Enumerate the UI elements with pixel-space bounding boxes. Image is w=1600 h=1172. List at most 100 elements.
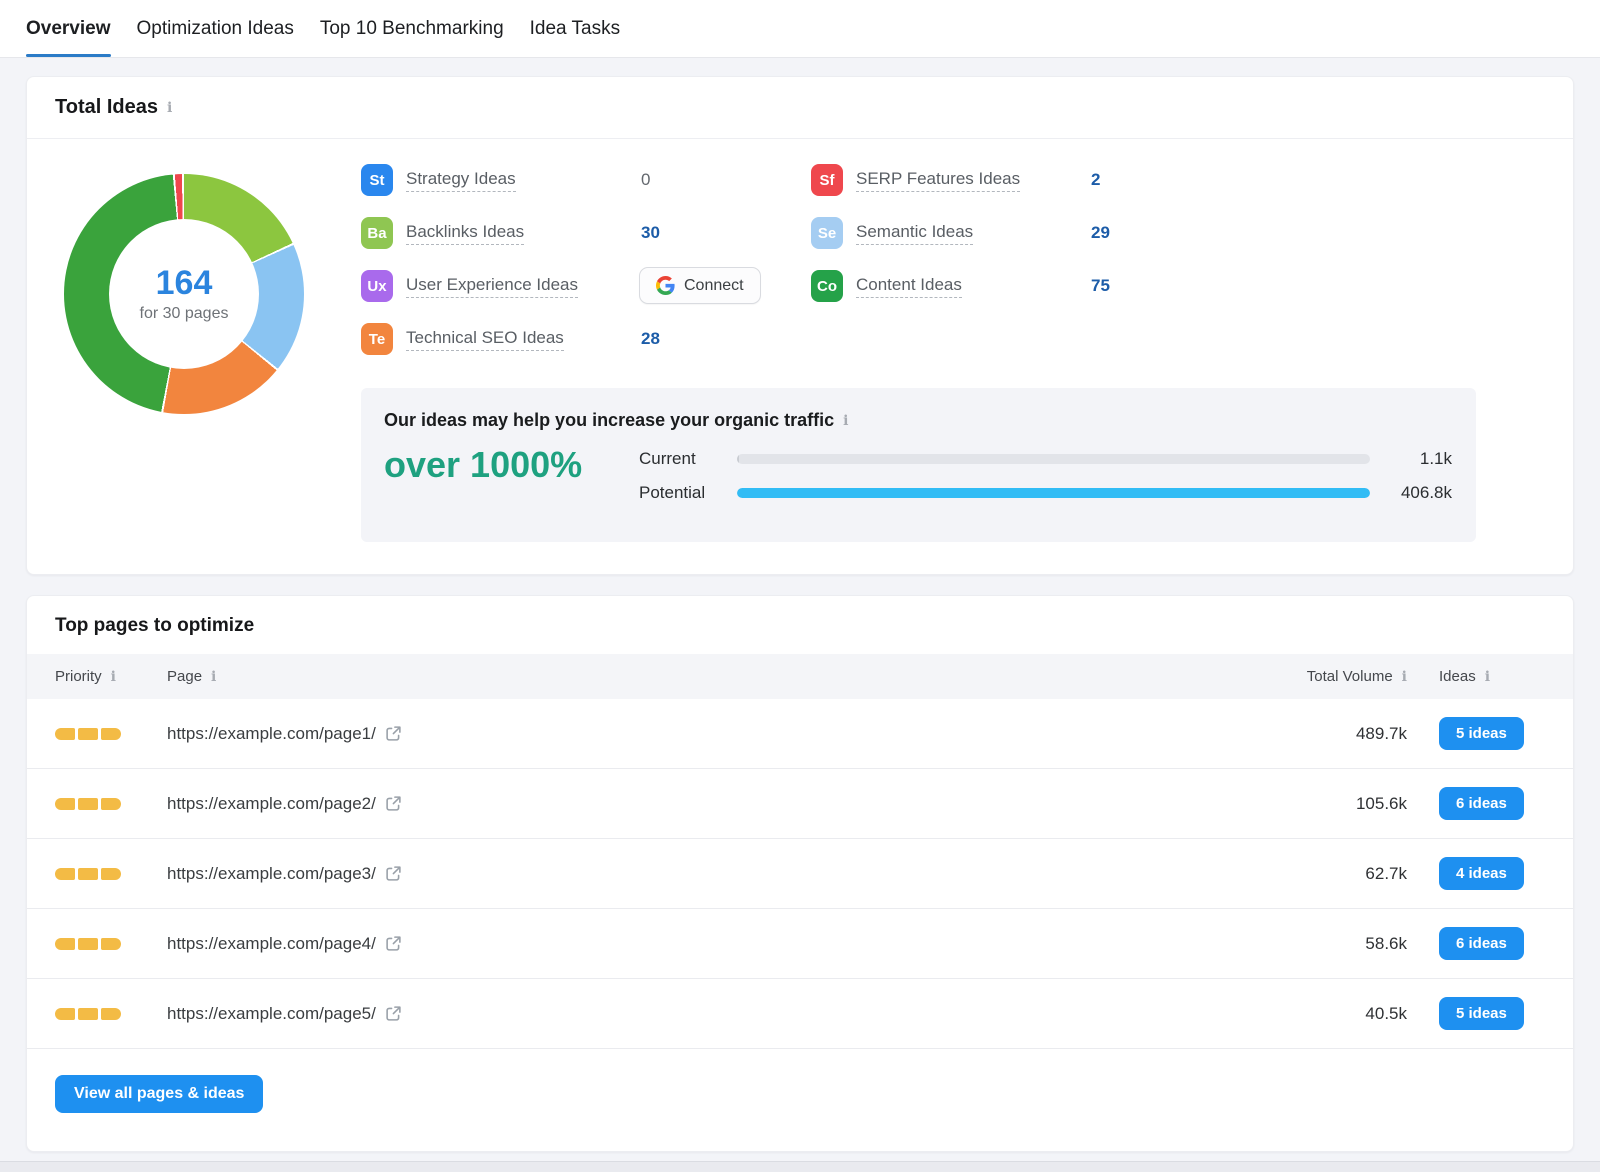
priority-indicator xyxy=(55,868,121,880)
table-row: https://example.com/page2/105.6k 6 ideas xyxy=(27,769,1573,839)
total-ideas-info-icon[interactable]: i xyxy=(167,101,172,115)
top-pages-title: Top pages to optimize xyxy=(55,615,254,637)
view-all-pages-button[interactable]: View all pages & ideas xyxy=(55,1075,263,1113)
tab-overview[interactable]: Overview xyxy=(26,0,111,57)
bar-fill xyxy=(737,454,739,464)
page-cell: https://example.com/page5/ xyxy=(167,1004,1257,1024)
header-priority-label: Priority xyxy=(55,668,102,685)
volume-info-icon[interactable]: i xyxy=(1402,670,1407,684)
ideas-info-icon[interactable]: i xyxy=(1485,670,1490,684)
idea-category-row: BaBacklinks Ideas30 xyxy=(361,217,811,249)
priority-segment xyxy=(101,1008,121,1020)
category-count[interactable]: 75 xyxy=(1091,276,1110,296)
traffic-title-row: Our ideas may help you increase your org… xyxy=(384,410,1452,431)
category-count[interactable]: 2 xyxy=(1091,170,1100,190)
page-url[interactable]: https://example.com/page1/ xyxy=(167,724,376,744)
donut-column: 164 for 30 pages xyxy=(64,164,304,542)
external-link-icon[interactable] xyxy=(385,1005,402,1022)
priority-segment xyxy=(101,728,121,740)
priority-segment xyxy=(55,1008,75,1020)
ideas-column-1: StStrategy Ideas0BaBacklinks Ideas30UxUs… xyxy=(361,164,811,376)
table-row: https://example.com/page5/40.5k 5 ideas xyxy=(27,979,1573,1049)
tab-optimization-ideas[interactable]: Optimization Ideas xyxy=(137,0,294,57)
external-link-icon[interactable] xyxy=(385,865,402,882)
priority-indicator xyxy=(55,798,121,810)
volume-cell: 58.6k xyxy=(1257,934,1407,954)
category-label[interactable]: Technical SEO Ideas xyxy=(406,328,564,351)
page-cell: https://example.com/page1/ xyxy=(167,724,1257,744)
category-count[interactable]: 30 xyxy=(641,223,660,243)
total-volume-value: 105.6k xyxy=(1356,794,1407,814)
page-url[interactable]: https://example.com/page5/ xyxy=(167,1004,376,1024)
ideas-column-2: SfSERP Features Ideas2SeSemantic Ideas29… xyxy=(811,164,1573,376)
ideas-count-button[interactable]: 5 ideas xyxy=(1439,997,1524,1030)
volume-cell: 62.7k xyxy=(1257,864,1407,884)
priority-segment xyxy=(78,938,98,950)
donut-subtitle: for 30 pages xyxy=(140,305,229,323)
external-link-icon[interactable] xyxy=(385,935,402,952)
priority-segment xyxy=(101,938,121,950)
ideas-count-button[interactable]: 6 ideas xyxy=(1439,927,1524,960)
tab-top-10-benchmarking[interactable]: Top 10 Benchmarking xyxy=(320,0,504,57)
category-count[interactable]: 29 xyxy=(1091,223,1110,243)
top-pages-header: Top pages to optimize xyxy=(27,596,1573,654)
category-label[interactable]: Semantic Ideas xyxy=(856,222,973,245)
se-category-icon: Se xyxy=(811,217,843,249)
page-url[interactable]: https://example.com/page2/ xyxy=(167,794,376,814)
total-volume-value: 489.7k xyxy=(1356,724,1407,744)
google-connect-button[interactable]: Connect xyxy=(639,267,761,304)
idea-category-row: Se Semantic Ideas 29 xyxy=(811,217,1573,249)
google-g-icon xyxy=(656,276,675,295)
external-link-icon[interactable] xyxy=(385,725,402,742)
category-label[interactable]: Backlinks Ideas xyxy=(406,222,524,245)
category-count[interactable]: 28 xyxy=(641,329,660,349)
total-ideas-donut: 164 for 30 pages xyxy=(64,174,304,414)
ideas-count-button[interactable]: 6 ideas xyxy=(1439,787,1524,820)
pages-table-header: Priority i Page i Total Volume i Ideas i xyxy=(27,654,1573,699)
donut-total-value: 164 xyxy=(156,265,213,302)
pages-table-body: https://example.com/page1/489.7k5 ideash… xyxy=(27,699,1573,1049)
tab-bar: Overview Optimization Ideas Top 10 Benchma… xyxy=(0,0,1600,58)
priority-segment xyxy=(78,868,98,880)
traffic-content: over 1000% Current1.1kPotential406.8k xyxy=(384,445,1452,515)
header-page-label: Page xyxy=(167,668,202,685)
bar-value: 406.8k xyxy=(1370,483,1452,503)
ideas-count-button[interactable]: 5 ideas xyxy=(1439,717,1524,750)
priority-segment xyxy=(78,728,98,740)
ideas-area: StStrategy Ideas0BaBacklinks Ideas30UxUs… xyxy=(361,164,1573,542)
bar-track xyxy=(737,488,1370,498)
external-link-icon[interactable] xyxy=(385,795,402,812)
priority-segment xyxy=(78,1008,98,1020)
table-row: https://example.com/page3/62.7k 4 ideas xyxy=(27,839,1573,909)
bar-label: Current xyxy=(639,449,737,469)
category-label[interactable]: SERP Features Ideas xyxy=(856,169,1020,192)
priority-segment xyxy=(55,938,75,950)
priority-info-icon[interactable]: i xyxy=(111,670,116,684)
ux-category-icon: Ux xyxy=(361,270,393,302)
category-label[interactable]: User Experience Ideas xyxy=(406,275,578,298)
priority-indicator xyxy=(55,1008,121,1020)
traffic-bar-row-potential: Potential 406.8k xyxy=(639,481,1452,505)
priority-cell xyxy=(55,728,167,740)
page-cell: https://example.com/page3/ xyxy=(167,864,1257,884)
traffic-info-icon[interactable]: i xyxy=(843,414,848,428)
page-info-icon[interactable]: i xyxy=(211,670,216,684)
traffic-bar-row-current: Current1.1k xyxy=(639,447,1452,471)
priority-segment xyxy=(55,798,75,810)
page-url[interactable]: https://example.com/page3/ xyxy=(167,864,376,884)
total-volume-value: 40.5k xyxy=(1365,1004,1407,1024)
page-url[interactable]: https://example.com/page4/ xyxy=(167,934,376,954)
priority-segment xyxy=(101,868,121,880)
page-content: Total Ideas i 164 for 30 pages StStrateg… xyxy=(0,58,1600,1152)
category-count: 0 xyxy=(641,170,650,190)
category-label[interactable]: Content Ideas xyxy=(856,275,962,298)
category-label[interactable]: Strategy Ideas xyxy=(406,169,516,192)
volume-cell: 489.7k xyxy=(1257,724,1407,744)
header-volume-label: Total Volume xyxy=(1307,668,1393,685)
tab-idea-tasks[interactable]: Idea Tasks xyxy=(530,0,620,57)
top-pages-card: Top pages to optimize Priority i Page i … xyxy=(26,595,1574,1152)
bar-label: Potential xyxy=(639,483,737,503)
traffic-title: Our ideas may help you increase your org… xyxy=(384,410,834,431)
donut-center: 164 for 30 pages xyxy=(109,219,259,369)
ideas-count-button[interactable]: 4 ideas xyxy=(1439,857,1524,890)
